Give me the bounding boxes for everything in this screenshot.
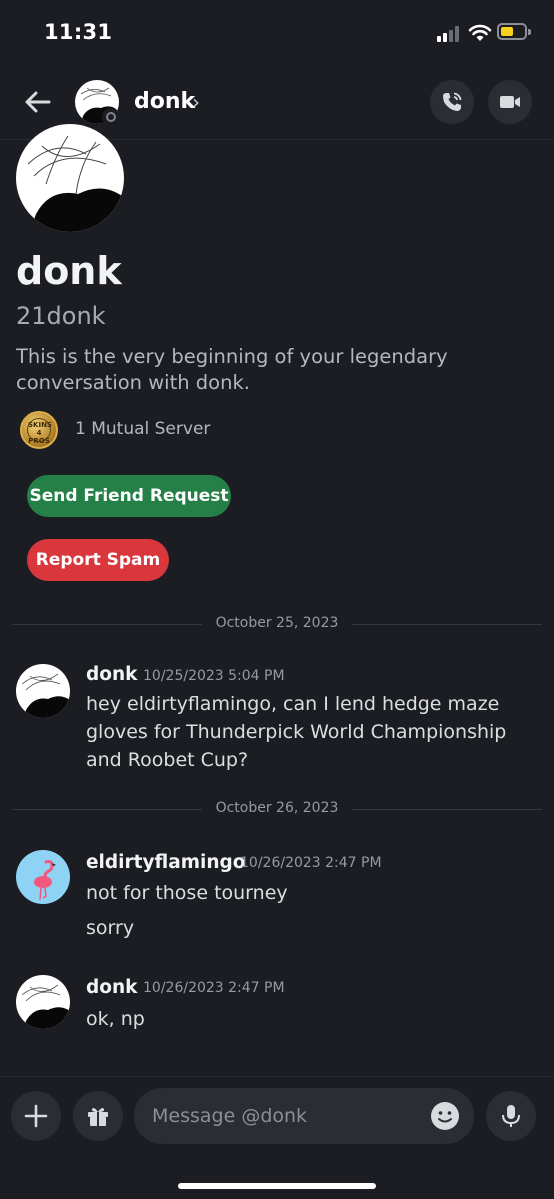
message-text: hey eldirtyflamingo, can I lend hedge ma… [86,693,507,771]
mutual-servers-label[interactable]: 1 Mutual Server [75,419,210,439]
message-timestamp: 10/26/2023 2:47 PM [143,980,285,996]
offline-status-icon [102,108,120,126]
voice-message-button[interactable] [486,1091,536,1141]
avatar[interactable] [16,850,70,904]
video-call-button[interactable] [488,80,532,124]
header-username[interactable]: donk [134,89,195,114]
send-friend-request-button[interactable]: Send Friend Request [27,475,231,517]
status-bar: 11:31 [0,0,554,66]
gift-button[interactable] [73,1091,123,1141]
emoji-icon[interactable] [430,1101,460,1131]
voice-call-button[interactable] [430,80,474,124]
avatar[interactable] [16,975,70,1029]
message-timestamp: 10/26/2023 2:47 PM [240,855,382,871]
status-time: 11:31 [44,20,113,44]
mutual-server-icon[interactable]: SKINS 4 PROS [20,411,58,449]
profile-display-name: donk [16,249,122,293]
signal-icon [437,25,463,42]
profile-username: 21donk [16,302,106,330]
flamingo-icon [34,860,56,901]
avatar-artwork [27,135,122,232]
message-timestamp: 10/25/2023 5:04 PM [143,668,285,684]
home-indicator [178,1183,376,1189]
add-attachment-button[interactable] [11,1091,61,1141]
composer-bar [0,1076,554,1199]
plus-icon [24,1104,48,1128]
message-text: ok, np [86,1008,145,1030]
phone-call-icon [443,92,462,111]
message-text: not for those tourney [86,882,288,904]
battery-icon [497,23,531,40]
message-author[interactable]: eldirtyflamingo [86,852,245,873]
date-divider-label: October 25, 2023 [215,615,339,631]
date-divider-label: October 26, 2023 [215,800,339,816]
avatar-artwork [21,673,70,718]
message-author[interactable]: donk [86,977,137,998]
date-divider: October 26, 2023 [12,799,542,819]
message-text: sorry [86,917,135,939]
profile-avatar[interactable] [16,124,124,232]
microphone-icon [502,1105,520,1127]
server-icon-text: SKINS 4 PROS [27,418,52,445]
report-spam-button[interactable]: Report Spam [27,539,169,581]
avatar[interactable] [16,664,70,718]
conversation-intro: This is the very beginning of your legen… [16,345,448,394]
message-author[interactable]: donk [86,664,137,685]
chevron-right-icon[interactable]: › [192,90,200,114]
message-input[interactable] [134,1088,474,1144]
wifi-icon [468,24,492,41]
gift-icon [88,1108,108,1126]
video-camera-icon [500,96,520,108]
back-arrow-icon[interactable] [22,86,54,118]
avatar-artwork [21,984,70,1029]
date-divider: October 25, 2023 [12,614,542,634]
